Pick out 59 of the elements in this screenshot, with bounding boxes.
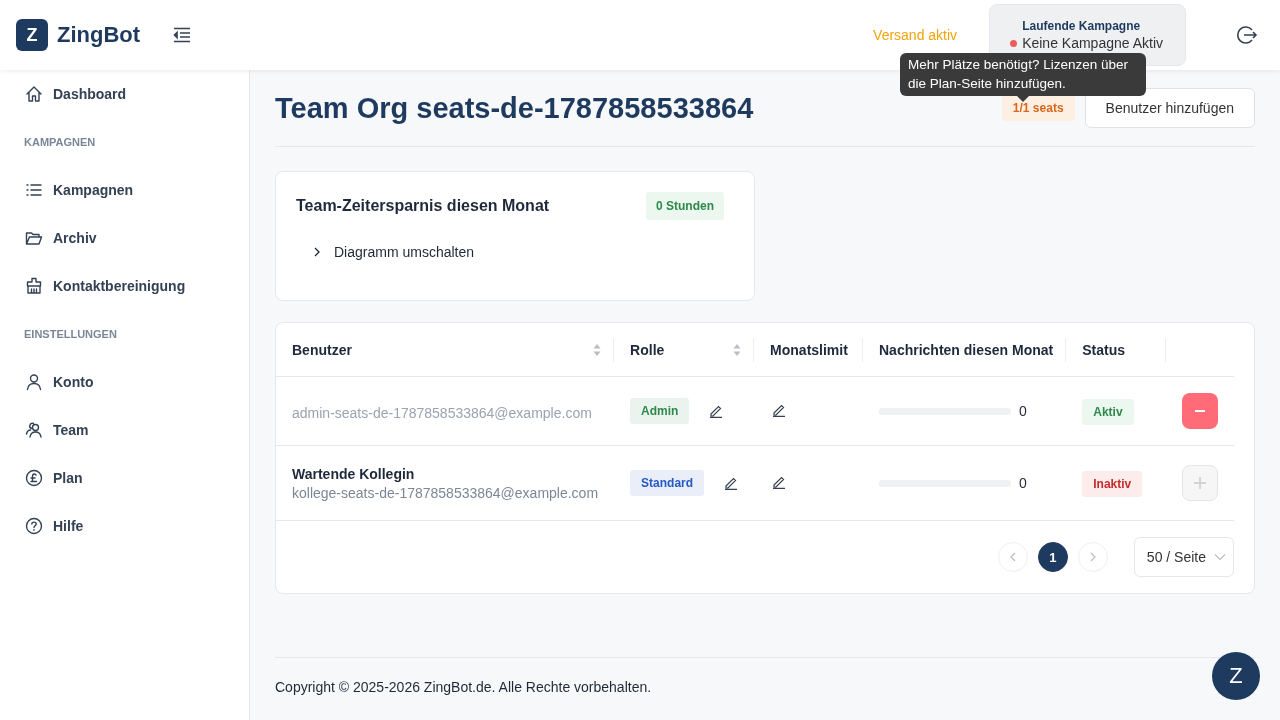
users-icon bbox=[24, 420, 44, 440]
add-user-button[interactable]: Benutzer hinzufügen bbox=[1084, 88, 1255, 128]
sidebar-item[interactable]: Plan bbox=[0, 466, 249, 490]
message-count: 0 bbox=[1019, 403, 1027, 419]
chevron-left-icon bbox=[1008, 552, 1017, 562]
page-button[interactable]: 1 bbox=[1037, 542, 1068, 572]
page-size-select[interactable]: 50 / Seite bbox=[1133, 537, 1234, 577]
edit-icon[interactable] bbox=[724, 476, 739, 490]
user-name: Wartende Kollegin bbox=[292, 465, 416, 482]
section-heading: EINSTELLUNGEN bbox=[23, 327, 118, 340]
chat-button[interactable]: Z bbox=[1212, 652, 1260, 700]
column-header: Monatslimit bbox=[754, 323, 863, 377]
column-header: Status bbox=[1066, 323, 1166, 377]
pound-icon bbox=[24, 468, 44, 488]
edit-icon[interactable] bbox=[772, 402, 787, 417]
section-heading: KAMPAGNEN bbox=[23, 135, 97, 148]
tooltip-arrow bbox=[1017, 96, 1030, 102]
sidebar-item[interactable]: Kontaktbereinigung bbox=[0, 274, 249, 298]
page-title: Team Org seats-de-1787858533864 bbox=[275, 91, 754, 125]
sidebar-item[interactable]: Hilfe bbox=[0, 514, 249, 538]
help-icon bbox=[24, 516, 44, 536]
status-badge: Aktiv bbox=[1082, 399, 1134, 425]
logo: Z bbox=[16, 19, 48, 51]
hours-badge: 0 Stunden bbox=[646, 192, 724, 220]
status-badge: Inaktiv bbox=[1082, 471, 1143, 497]
column-header: Nachrichten diesen Monat bbox=[863, 323, 1067, 377]
chevron-icon bbox=[312, 247, 322, 257]
column-header[interactable]: Benutzer bbox=[276, 323, 615, 377]
building-icon bbox=[24, 276, 44, 296]
seats-badge: 1/1 seats bbox=[1001, 95, 1075, 121]
tooltip: Mehr Plätze benötigt? Lizenzen über die Plan-Seite hinzufügen. bbox=[900, 53, 1147, 96]
sidebar-item[interactable]: Archiv bbox=[0, 226, 249, 250]
sidebar-item[interactable]: Team bbox=[0, 418, 249, 442]
plus-icon bbox=[1193, 476, 1207, 490]
sidebar-item[interactable]: Konto bbox=[0, 370, 249, 394]
brand-name: ZingBot bbox=[57, 22, 141, 48]
campaign-value: Keine Kampagne Aktiv bbox=[1022, 35, 1163, 51]
message-count: 0 bbox=[1019, 475, 1027, 491]
home-icon bbox=[24, 84, 44, 104]
user-email: admin-seats-de-1787858533864@example.com bbox=[292, 404, 593, 421]
chevron-right-icon bbox=[1088, 552, 1097, 562]
campaign-label: Laufende Kampagne bbox=[1021, 19, 1142, 33]
edit-icon[interactable] bbox=[772, 474, 787, 489]
role-badge: Standard bbox=[630, 470, 705, 496]
remove-button[interactable] bbox=[1182, 393, 1218, 429]
role-badge: Admin bbox=[630, 398, 690, 424]
edit-icon[interactable] bbox=[709, 404, 724, 418]
card-title: Team-Zeitersparnis diesen Monat bbox=[296, 197, 550, 215]
copyright-text: Copyright © 2025-2026 ZingBot.de. Alle Rechte vorbehalten. bbox=[275, 679, 652, 695]
sidebar-item[interactable]: Kampagnen bbox=[0, 178, 249, 202]
logout-icon[interactable] bbox=[1236, 24, 1258, 46]
sidebar-item[interactable]: Dashboard bbox=[0, 82, 249, 106]
caret-icon bbox=[1214, 553, 1226, 561]
user-icon bbox=[24, 372, 44, 392]
chart-toggle[interactable]: Diagramm umschalten bbox=[312, 244, 475, 260]
sending-status: Versand aktiv bbox=[873, 27, 958, 43]
column-header[interactable]: Rolle bbox=[614, 323, 755, 377]
menu-collapse-icon[interactable] bbox=[172, 25, 193, 45]
user-email: kollege-seats-de-1787858533864@example.com bbox=[292, 484, 599, 501]
